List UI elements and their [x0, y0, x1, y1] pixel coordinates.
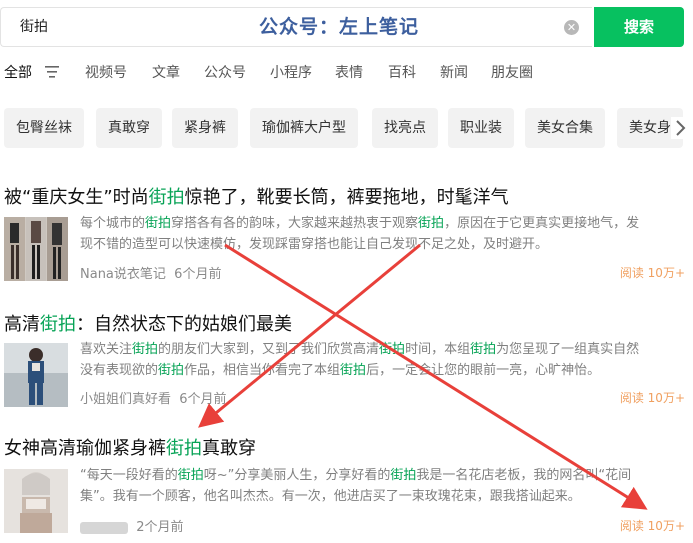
filter-icon[interactable]: [45, 66, 59, 78]
blurred-author: [80, 521, 128, 534]
watermark-text: 公众号：左上笔记: [259, 16, 420, 38]
result-source: Nana说衣笔记 6个月前: [80, 267, 222, 282]
tab-mini-program[interactable]: 小程序: [270, 62, 312, 82]
result-snippet: 每个城市的街拍穿搭各有各的韵味，大家越来越热衷于观察街拍，原因在于它更真实更接地…: [80, 216, 640, 252]
chip[interactable]: 瑜伽裤大户型: [250, 108, 358, 148]
related-chips: 包臀丝袜 真敢穿 紧身裤 瑜伽裤大户型 找亮点 职业装 美女合集 美女身: [0, 108, 693, 148]
read-count: 阅读 10万+: [619, 519, 685, 533]
search-box[interactable]: 街拍 公众号：左上笔记 ✕: [0, 7, 592, 47]
tab-stickers[interactable]: 表情: [335, 62, 363, 82]
chip[interactable]: 美女合集: [525, 108, 605, 148]
result-title[interactable]: 高清街拍：自然状态下的姑娘们最美: [4, 310, 292, 336]
result-title[interactable]: 被“重庆女生”时尚街拍惊艳了，靴要长筒，裤要拖地，时髦洋气: [4, 183, 509, 209]
tab-wiki[interactable]: 百科: [388, 62, 416, 82]
result-thumbnail[interactable]: [4, 217, 68, 281]
chevron-right-icon[interactable]: [671, 117, 689, 139]
tab-news[interactable]: 新闻: [440, 62, 468, 82]
result-source: 2个月前: [80, 516, 184, 535]
result-thumbnail[interactable]: [4, 469, 68, 533]
chip[interactable]: 紧身裤: [172, 108, 238, 148]
tab-article[interactable]: 文章: [152, 62, 180, 82]
search-button[interactable]: 搜索: [594, 7, 684, 47]
result-source: 小姐姐们真好看 6个月前: [80, 392, 227, 407]
clear-circle-icon[interactable]: ✕: [564, 20, 579, 35]
result-snippet: “每天一段好看的街拍呀~”分享美丽人生，分享好看的街拍我是一名花店老板，我的网名…: [80, 468, 632, 504]
result-title[interactable]: 女神高清瑜伽紧身裤街拍真敢穿: [4, 434, 256, 460]
result-snippet: 喜欢关注街拍的朋友们大家到，又到了我们欣赏高清街拍时间，本组街拍为您呈现了一组真…: [80, 342, 640, 378]
chip[interactable]: 职业装: [448, 108, 514, 148]
tab-official-account[interactable]: 公众号: [204, 62, 246, 82]
read-count: 阅读 10万+: [619, 391, 685, 405]
tab-video[interactable]: 视频号: [85, 62, 127, 82]
tab-all[interactable]: 全部: [4, 62, 32, 82]
search-input[interactable]: 街拍: [20, 8, 48, 46]
chip[interactable]: 真敢穿: [96, 108, 162, 148]
read-count: 阅读 10万+: [619, 266, 685, 280]
chip[interactable]: 包臀丝袜: [4, 108, 84, 148]
tab-moments[interactable]: 朋友圈: [491, 62, 533, 82]
result-thumbnail[interactable]: [4, 343, 68, 407]
chip[interactable]: 找亮点: [372, 108, 438, 148]
